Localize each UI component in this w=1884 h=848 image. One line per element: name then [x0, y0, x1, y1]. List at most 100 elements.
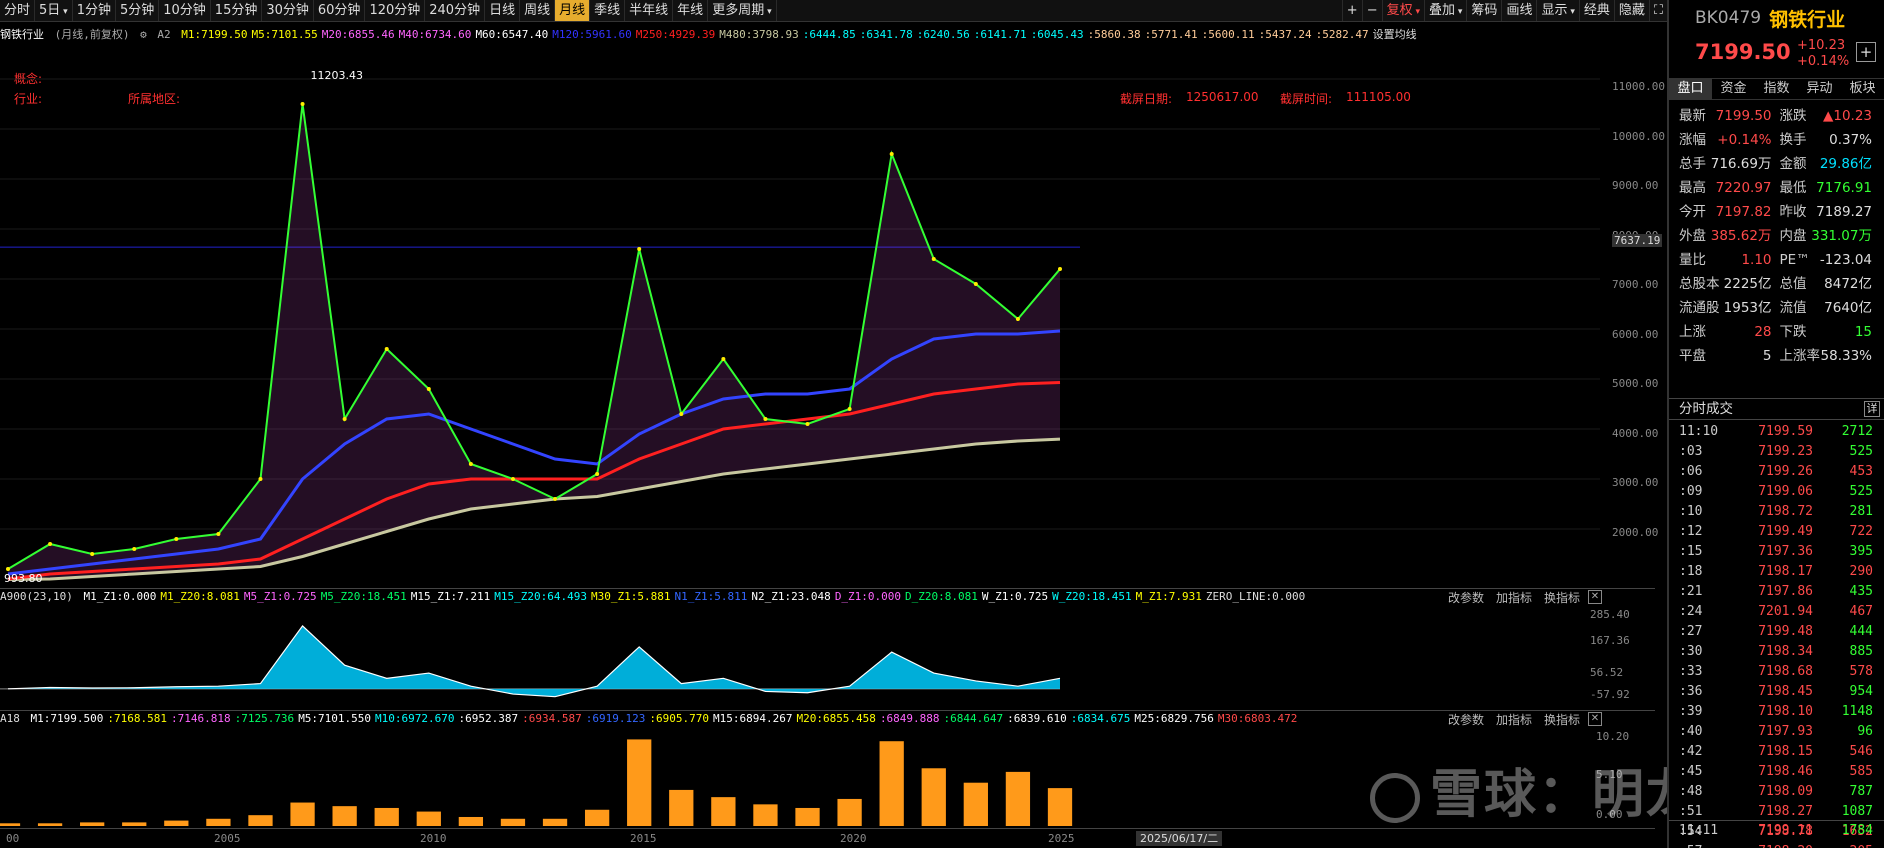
quote-value: 0.37% [1829, 132, 1872, 148]
quote-label: 流值 [1779, 300, 1807, 316]
tick-volume: 954 [1849, 684, 1873, 699]
quote-label: 最低 [1779, 180, 1807, 196]
price-point [90, 552, 95, 556]
price-point [1015, 317, 1020, 321]
tick-volume: 525 [1849, 484, 1873, 499]
tick-price: 7197.86 [1758, 584, 1813, 599]
period-tab-0[interactable]: 分时 [0, 0, 36, 21]
period-tab-14[interactable]: 半年线 [625, 0, 674, 21]
period-tab-9[interactable]: 240分钟 [425, 0, 486, 21]
period-tab-16[interactable]: 更多周期 [708, 0, 777, 21]
period-tab-3[interactable]: 5分钟 [116, 0, 160, 21]
quote-label: 流通股 [1679, 300, 1720, 316]
y-tick-label: 3000.00 [1612, 476, 1659, 489]
display-dropdown[interactable]: 显示 [1536, 0, 1578, 21]
a18-value: :6905.770 [649, 712, 709, 725]
tick-row: :577198.20205 [1669, 842, 1884, 848]
period-tab-1[interactable]: 5日 [35, 0, 73, 21]
ma-value: M60:6547.40 [475, 28, 549, 41]
period-tab-12[interactable]: 月线 [555, 0, 591, 21]
tick-price: 7199.26 [1758, 464, 1813, 479]
tick-time: :45 [1679, 764, 1703, 779]
period-tab-11[interactable]: 周线 [520, 0, 556, 21]
hide-button[interactable]: 隐藏 [1613, 0, 1649, 21]
overlay-dropdown[interactable]: 叠加 [1424, 0, 1466, 21]
quote-value: 7189.27 [1816, 204, 1872, 220]
volume-bar [37, 823, 63, 826]
side-tab-3[interactable]: 异动 [1798, 79, 1841, 99]
a18-add-indicator-button[interactable]: 加指标 [1496, 711, 1532, 728]
last-tick-row: 11:11 7199.11 1784 [1669, 820, 1884, 841]
classic-button[interactable]: 经典 [1578, 0, 1614, 21]
period-tab-15[interactable]: 年线 [673, 0, 709, 21]
chart-title: 钢铁行业 [0, 28, 44, 41]
period-tab-6[interactable]: 30分钟 [262, 0, 314, 21]
quote-row: 总股本 2225亿 总值 8472亿 [1679, 272, 1880, 296]
period-tab-10[interactable]: 日线 [485, 0, 521, 21]
volume-bar [584, 809, 610, 826]
tick-row: :10 7198.72 281 [1669, 502, 1884, 522]
tick-time: :06 [1679, 464, 1703, 479]
side-tab-4[interactable]: 板块 [1841, 79, 1884, 99]
period-tab-13[interactable]: 季线 [590, 0, 626, 21]
add-button[interactable]: + [1341, 0, 1362, 21]
tick-row: :30 7198.34 885 [1669, 642, 1884, 662]
tick-volume: 722 [1849, 524, 1873, 539]
fuquan-dropdown[interactable]: 复权 [1381, 0, 1424, 21]
tick-price: 7199.59 [1758, 424, 1813, 439]
quote-label: 最新 [1679, 108, 1706, 124]
quote-grid: 最新 7199.50 涨跌 ▲10.23 涨幅 +0.14% 换手 0.37% 总手 716.69… [1669, 100, 1884, 368]
a900-value: M30_Z1:5.881 [590, 590, 671, 603]
tick-volume: 787 [1849, 784, 1873, 799]
quote-cell: PE™ -123.04 [1780, 248, 1881, 272]
a900-add-indicator-button[interactable]: 加指标 [1496, 589, 1532, 606]
tick-volume: 290 [1849, 564, 1873, 579]
a900-switch-indicator-button[interactable]: 换指标 [1544, 589, 1580, 606]
a900-modify-params-button[interactable]: 改参数 [1448, 589, 1484, 606]
period-tab-8[interactable]: 120分钟 [365, 0, 426, 21]
a900-chart-svg[interactable] [0, 608, 1655, 708]
quote-cell: 总手 716.69万 [1679, 152, 1780, 176]
quote-label: 内盘 [1779, 228, 1807, 244]
a900-value: ZERO_LINE:0.000 [1205, 590, 1306, 603]
tick-row: :18 7198.17 290 [1669, 562, 1884, 582]
a900-value: N2_Z1:23.048 [751, 590, 831, 603]
tick-row: :42 7198.15 546 [1669, 742, 1884, 762]
gear-icon[interactable]: ⚙ [140, 28, 147, 41]
ma-values: M1:7199.50 M5:7101.55 M20:6855.46 M40:6734.… [181, 28, 1420, 41]
quote-value: 7197.82 [1715, 204, 1772, 220]
period-tab-2[interactable]: 1分钟 [73, 0, 116, 21]
quote-value: 15 [1854, 324, 1872, 340]
quote-label: 金额 [1779, 156, 1807, 172]
main-chart-panel[interactable]: 钢铁行业 (月线,前复权) ⚙ A2 M1:7199.50 M5:7101.55 M… [0, 22, 1665, 612]
side-tab-1[interactable]: 资金 [1712, 79, 1755, 99]
minus-button[interactable]: − [1361, 0, 1382, 21]
y-tick-label: 10000.00 [1612, 129, 1665, 143]
add-watchlist-icon[interactable]: + [1856, 42, 1876, 62]
period-tab-5[interactable]: 15分钟 [211, 0, 263, 21]
a18-close-icon[interactable]: ✕ [1588, 712, 1602, 726]
a900-value: D_Z1:0.000 [834, 590, 902, 603]
chip-button[interactable]: 筹码 [1466, 0, 1501, 21]
period-tab-7[interactable]: 60分钟 [314, 0, 366, 21]
draw-line-button[interactable]: 画线 [1501, 0, 1536, 21]
side-tab-2[interactable]: 指数 [1755, 79, 1798, 99]
tick-detail-button[interactable]: 详 [1864, 401, 1880, 417]
fullscreen-icon[interactable]: ⛶ [1648, 0, 1667, 21]
period-tab-4[interactable]: 10分钟 [159, 0, 211, 21]
a18-modify-params-button[interactable]: 改参数 [1448, 711, 1484, 728]
a900-panel[interactable]: A900(23,10) M1_Z1:0.000 M1_Z20:8.081 M5_Z1… [0, 588, 1655, 710]
quote-row: 量比 1.10 PE™ -123.04 [1679, 248, 1880, 272]
quote-value: 385.62万 [1710, 228, 1772, 244]
price-point [721, 357, 726, 361]
quote-row: 最新 7199.50 涨跌 ▲10.23 [1679, 104, 1880, 128]
volume-bar [837, 798, 862, 826]
y-tick-label: 2000.00 [1612, 525, 1659, 539]
a18-switch-indicator-button[interactable]: 换指标 [1544, 711, 1580, 728]
volume-bar [711, 797, 736, 826]
price-chart-svg[interactable]: 11203.43 993.80 [0, 44, 1655, 584]
a900-close-icon[interactable]: ✕ [1588, 590, 1602, 604]
ma-value: M1:7199.50 [181, 28, 248, 41]
ma-ribbon-band [8, 104, 1060, 580]
side-tab-0[interactable]: 盘口 [1669, 79, 1712, 99]
